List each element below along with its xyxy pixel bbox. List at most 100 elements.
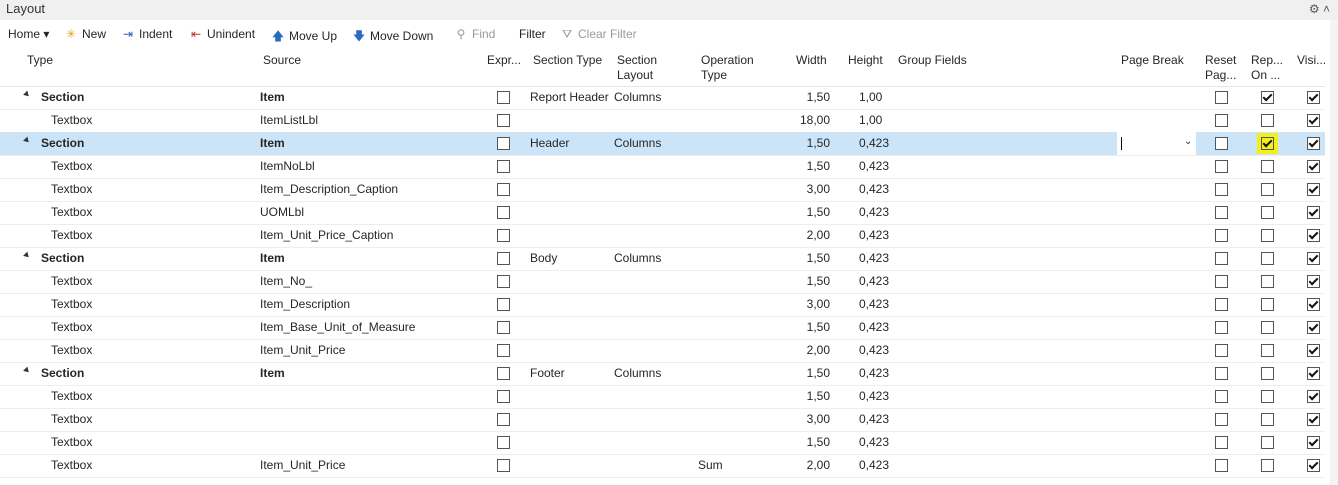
reset-page-checkbox[interactable] <box>1215 206 1228 219</box>
repeat-on-checkbox[interactable] <box>1261 229 1274 242</box>
vertical-scrollbar[interactable] <box>1330 20 1338 485</box>
expr-checkbox[interactable] <box>497 413 510 426</box>
repeat-on-checkbox[interactable] <box>1261 367 1274 380</box>
table-row[interactable]: Textbox 3,00 0,423 <box>0 408 1325 432</box>
col-header-reset-page[interactable]: Reset Pag... <box>1205 53 1239 83</box>
reset-page-checkbox[interactable] <box>1215 114 1228 127</box>
table-row[interactable]: Textbox Item_Description_Caption 3,00 0,423 <box>0 178 1325 202</box>
visible-checkbox[interactable] <box>1307 459 1320 472</box>
expr-checkbox[interactable] <box>497 275 510 288</box>
expand-collapse-icon[interactable] <box>23 136 31 145</box>
expand-collapse-icon[interactable] <box>23 251 31 260</box>
table-row[interactable]: Textbox ItemListLbl 18,00 1,00 <box>0 109 1325 133</box>
col-header-section-layout[interactable]: Section Layout <box>617 53 673 83</box>
new-button[interactable]: ✳ New <box>63 27 106 41</box>
expr-checkbox[interactable] <box>497 114 510 127</box>
indent-button[interactable]: ⇥ Indent <box>120 27 172 41</box>
col-header-type[interactable]: Type <box>27 53 53 68</box>
move-down-button[interactable]: 🡇 Move Down <box>351 27 434 48</box>
reset-page-checkbox[interactable] <box>1215 91 1228 104</box>
col-header-operation-type[interactable]: Operation Type <box>701 53 763 83</box>
expr-checkbox[interactable] <box>497 160 510 173</box>
table-row[interactable]: Textbox Item_Base_Unit_of_Measure 1,50 0,42… <box>0 316 1325 340</box>
repeat-on-checkbox[interactable] <box>1261 114 1274 127</box>
col-header-visible[interactable]: Visi... <box>1297 53 1326 68</box>
col-header-width[interactable]: Width <box>796 53 827 68</box>
reset-page-checkbox[interactable] <box>1215 413 1228 426</box>
visible-checkbox[interactable] <box>1307 413 1320 426</box>
reset-page-checkbox[interactable] <box>1215 275 1228 288</box>
reset-page-checkbox[interactable] <box>1215 321 1228 334</box>
repeat-on-checkbox[interactable] <box>1261 344 1274 357</box>
col-header-group-fields[interactable]: Group Fields <box>898 53 967 68</box>
expr-checkbox[interactable] <box>497 91 510 104</box>
repeat-on-checkbox[interactable] <box>1261 183 1274 196</box>
reset-page-checkbox[interactable] <box>1215 436 1228 449</box>
repeat-on-checkbox[interactable] <box>1261 413 1274 426</box>
expr-checkbox[interactable] <box>497 344 510 357</box>
expr-checkbox[interactable] <box>497 137 510 150</box>
visible-checkbox[interactable] <box>1307 436 1320 449</box>
repeat-on-checkbox[interactable] <box>1261 275 1274 288</box>
reset-page-checkbox[interactable] <box>1215 459 1228 472</box>
find-button[interactable]: ⚲ Find <box>453 27 496 41</box>
table-row[interactable]: Textbox Item_Unit_Price 2,00 0,423 <box>0 339 1325 363</box>
repeat-on-checkbox[interactable] <box>1261 459 1274 472</box>
repeat-on-checkbox[interactable] <box>1261 91 1274 104</box>
repeat-on-checkbox[interactable] <box>1261 252 1274 265</box>
visible-checkbox[interactable] <box>1307 91 1320 104</box>
visible-checkbox[interactable] <box>1307 160 1320 173</box>
expand-collapse-icon[interactable] <box>23 366 31 375</box>
table-row[interactable]: Textbox Item_Unit_Price_Caption 2,00 0,423 <box>0 224 1325 248</box>
unindent-button[interactable]: ⇤ Unindent <box>188 27 255 41</box>
expand-collapse-icon[interactable] <box>23 90 31 99</box>
home-menu-button[interactable]: Home ▾ <box>8 27 49 41</box>
expr-checkbox[interactable] <box>497 367 510 380</box>
repeat-on-checkbox[interactable] <box>1261 298 1274 311</box>
expr-checkbox[interactable] <box>497 436 510 449</box>
table-row[interactable]: Textbox ItemNoLbl 1,50 0,423 <box>0 155 1325 179</box>
page-break-dropdown[interactable]: ⌄ <box>1117 132 1196 155</box>
visible-checkbox[interactable] <box>1307 137 1320 150</box>
col-header-page-break[interactable]: Page Break <box>1121 53 1184 68</box>
repeat-on-checkbox[interactable] <box>1261 160 1274 173</box>
table-row[interactable]: Textbox 1,50 0,423 <box>0 431 1325 455</box>
col-header-source[interactable]: Source <box>263 53 301 68</box>
repeat-on-checkbox[interactable] <box>1261 206 1274 219</box>
visible-checkbox[interactable] <box>1307 367 1320 380</box>
repeat-on-checkbox[interactable] <box>1261 390 1274 403</box>
visible-checkbox[interactable] <box>1307 275 1320 288</box>
table-row[interactable]: Textbox UOMLbl 1,50 0,423 <box>0 201 1325 225</box>
expr-checkbox[interactable] <box>497 252 510 265</box>
expr-checkbox[interactable] <box>497 206 510 219</box>
reset-page-checkbox[interactable] <box>1215 367 1228 380</box>
reset-page-checkbox[interactable] <box>1215 390 1228 403</box>
visible-checkbox[interactable] <box>1307 298 1320 311</box>
visible-checkbox[interactable] <box>1307 114 1320 127</box>
reset-page-checkbox[interactable] <box>1215 298 1228 311</box>
chevron-down-icon[interactable]: ⌄ <box>1184 136 1192 147</box>
reset-page-checkbox[interactable] <box>1215 137 1228 150</box>
visible-checkbox[interactable] <box>1307 344 1320 357</box>
visible-checkbox[interactable] <box>1307 229 1320 242</box>
clear-filter-button[interactable]: ⛛ Clear Filter <box>559 27 637 42</box>
visible-checkbox[interactable] <box>1307 183 1320 196</box>
filter-button[interactable]: Filter <box>519 27 546 41</box>
visible-checkbox[interactable] <box>1307 390 1320 403</box>
table-row[interactable]: Section Item Report Header Columns 1,50 1,00 <box>0 86 1325 110</box>
settings-icon[interactable]: ⚙ <box>1309 2 1320 16</box>
repeat-on-checkbox[interactable] <box>1261 436 1274 449</box>
table-row[interactable]: Textbox 1,50 0,423 <box>0 385 1325 409</box>
expr-checkbox[interactable] <box>497 459 510 472</box>
table-row[interactable]: Textbox Item_No_ 1,50 0,423 <box>0 270 1325 294</box>
table-row[interactable]: Textbox Item_Description 3,00 0,423 <box>0 293 1325 317</box>
col-header-section-type[interactable]: Section Type <box>533 53 602 68</box>
reset-page-checkbox[interactable] <box>1215 252 1228 265</box>
table-row[interactable]: Textbox Item_Unit_Price Sum 2,00 0,423 <box>0 454 1325 478</box>
expr-checkbox[interactable] <box>497 321 510 334</box>
visible-checkbox[interactable] <box>1307 252 1320 265</box>
collapse-icon[interactable]: ˄ <box>1323 2 1330 16</box>
reset-page-checkbox[interactable] <box>1215 160 1228 173</box>
table-row[interactable]: Section Item Header Columns 1,50 0,423 ⌄ <box>0 132 1325 156</box>
expr-checkbox[interactable] <box>497 298 510 311</box>
